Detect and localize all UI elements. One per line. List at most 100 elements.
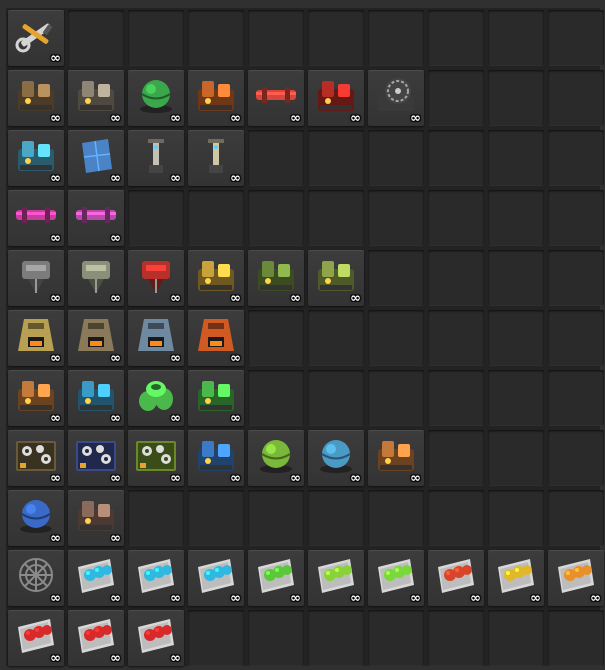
item-slot-storage-tanks[interactable]: ∞ bbox=[128, 370, 184, 426]
item-slot-burner-mining-drill[interactable]: ∞ bbox=[8, 250, 64, 306]
empty-slot[interactable] bbox=[428, 370, 484, 426]
empty-slot[interactable] bbox=[488, 610, 544, 666]
empty-slot[interactable] bbox=[368, 370, 424, 426]
item-slot-radar[interactable]: ∞ bbox=[8, 550, 64, 606]
item-slot-boiler[interactable]: ∞ bbox=[308, 70, 364, 126]
empty-slot[interactable] bbox=[128, 10, 184, 66]
item-slot-medium-power-pole[interactable]: ∞ bbox=[128, 130, 184, 186]
empty-slot[interactable] bbox=[188, 190, 244, 246]
empty-slot[interactable] bbox=[548, 310, 604, 366]
empty-slot[interactable] bbox=[308, 10, 364, 66]
item-slot-module-green-2[interactable]: ∞ bbox=[308, 550, 364, 606]
empty-slot[interactable] bbox=[548, 370, 604, 426]
item-slot-steam-engine[interactable]: ∞ bbox=[68, 70, 124, 126]
empty-slot[interactable] bbox=[428, 70, 484, 126]
empty-slot[interactable] bbox=[308, 310, 364, 366]
empty-slot[interactable] bbox=[188, 10, 244, 66]
item-slot-cryogenic-plant[interactable]: ∞ bbox=[308, 430, 364, 486]
item-slot-module-cyan-2[interactable]: ∞ bbox=[128, 550, 184, 606]
empty-slot[interactable] bbox=[548, 430, 604, 486]
empty-slot[interactable] bbox=[488, 130, 544, 186]
empty-slot[interactable] bbox=[428, 310, 484, 366]
empty-slot[interactable] bbox=[248, 190, 304, 246]
empty-slot[interactable] bbox=[548, 190, 604, 246]
empty-slot[interactable] bbox=[248, 610, 304, 666]
item-slot-chemical-plant[interactable]: ∞ bbox=[68, 370, 124, 426]
empty-slot[interactable] bbox=[548, 490, 604, 546]
item-slot-module-orange-3[interactable]: ∞ bbox=[548, 550, 604, 606]
empty-slot[interactable] bbox=[248, 310, 304, 366]
item-slot-turbine[interactable]: ∞ bbox=[368, 70, 424, 126]
item-slot-module-red-a[interactable]: ∞ bbox=[8, 610, 64, 666]
empty-slot[interactable] bbox=[368, 310, 424, 366]
item-slot-assembling-machine-1[interactable]: ∞ bbox=[8, 430, 64, 486]
item-slot-pink-pipe-to-ground[interactable]: ∞ bbox=[68, 190, 124, 246]
empty-slot[interactable] bbox=[308, 130, 364, 186]
item-slot-burner-generator[interactable]: ∞ bbox=[8, 70, 64, 126]
item-slot-module-green-3[interactable]: ∞ bbox=[368, 550, 424, 606]
empty-slot[interactable] bbox=[428, 430, 484, 486]
empty-slot[interactable] bbox=[428, 10, 484, 66]
empty-slot[interactable] bbox=[368, 490, 424, 546]
empty-slot[interactable] bbox=[428, 490, 484, 546]
empty-slot[interactable] bbox=[428, 250, 484, 306]
item-slot-module-red-1[interactable]: ∞ bbox=[428, 550, 484, 606]
empty-slot[interactable] bbox=[488, 310, 544, 366]
item-slot-recycler[interactable]: ∞ bbox=[368, 430, 424, 486]
empty-slot[interactable] bbox=[188, 490, 244, 546]
item-slot-big-mining-drill[interactable]: ∞ bbox=[128, 250, 184, 306]
empty-slot[interactable] bbox=[548, 250, 604, 306]
empty-slot[interactable] bbox=[128, 490, 184, 546]
item-slot-lab[interactable]: ∞ bbox=[188, 430, 244, 486]
empty-slot[interactable] bbox=[368, 190, 424, 246]
item-slot-module-cyan-1[interactable]: ∞ bbox=[68, 550, 124, 606]
item-slot-spidertron[interactable]: ∞ bbox=[68, 490, 124, 546]
empty-slot[interactable] bbox=[248, 490, 304, 546]
item-slot-water-well[interactable]: ∞ bbox=[308, 250, 364, 306]
item-slot-electric-mining-drill[interactable]: ∞ bbox=[68, 250, 124, 306]
empty-slot[interactable] bbox=[368, 610, 424, 666]
empty-slot[interactable] bbox=[428, 190, 484, 246]
empty-slot[interactable] bbox=[128, 190, 184, 246]
item-slot-oil-refinery[interactable]: ∞ bbox=[8, 370, 64, 426]
item-slot-biochamber[interactable]: ∞ bbox=[248, 430, 304, 486]
empty-slot[interactable] bbox=[548, 610, 604, 666]
empty-slot[interactable] bbox=[488, 10, 544, 66]
empty-slot[interactable] bbox=[308, 490, 364, 546]
empty-slot[interactable] bbox=[488, 370, 544, 426]
empty-slot[interactable] bbox=[428, 130, 484, 186]
empty-slot[interactable] bbox=[368, 10, 424, 66]
item-slot-heat-exchanger[interactable]: ∞ bbox=[188, 70, 244, 126]
empty-slot[interactable] bbox=[488, 190, 544, 246]
item-slot-pink-pipe[interactable]: ∞ bbox=[8, 190, 64, 246]
item-slot-stone-furnace[interactable]: ∞ bbox=[8, 310, 64, 366]
item-slot-heat-pipe[interactable]: ∞ bbox=[248, 70, 304, 126]
empty-slot[interactable] bbox=[248, 370, 304, 426]
item-slot-module-red-b[interactable]: ∞ bbox=[68, 610, 124, 666]
empty-slot[interactable] bbox=[188, 610, 244, 666]
item-slot-module-cyan-3[interactable]: ∞ bbox=[188, 550, 244, 606]
item-slot-steel-furnace[interactable]: ∞ bbox=[68, 310, 124, 366]
empty-slot[interactable] bbox=[308, 370, 364, 426]
item-slot-module-yellow-2[interactable]: ∞ bbox=[488, 550, 544, 606]
item-slot-repair-tools[interactable]: ∞ bbox=[8, 10, 64, 66]
item-slot-electric-furnace[interactable]: ∞ bbox=[128, 310, 184, 366]
empty-slot[interactable] bbox=[248, 130, 304, 186]
item-slot-assembling-machine-3[interactable]: ∞ bbox=[128, 430, 184, 486]
empty-slot[interactable] bbox=[428, 610, 484, 666]
empty-slot[interactable] bbox=[68, 10, 124, 66]
empty-slot[interactable] bbox=[548, 10, 604, 66]
item-slot-fusion-reactor[interactable]: ∞ bbox=[128, 70, 184, 126]
empty-slot[interactable] bbox=[488, 250, 544, 306]
item-slot-solar-panel[interactable]: ∞ bbox=[68, 130, 124, 186]
empty-slot[interactable] bbox=[488, 70, 544, 126]
item-slot-electromagnetic-plant[interactable]: ∞ bbox=[188, 370, 244, 426]
item-slot-pumpjack[interactable]: ∞ bbox=[248, 250, 304, 306]
empty-slot[interactable] bbox=[248, 10, 304, 66]
item-slot-big-power-pole[interactable]: ∞ bbox=[188, 130, 244, 186]
empty-slot[interactable] bbox=[308, 190, 364, 246]
empty-slot[interactable] bbox=[488, 490, 544, 546]
empty-slot[interactable] bbox=[488, 430, 544, 486]
empty-slot[interactable] bbox=[548, 130, 604, 186]
empty-slot[interactable] bbox=[308, 610, 364, 666]
